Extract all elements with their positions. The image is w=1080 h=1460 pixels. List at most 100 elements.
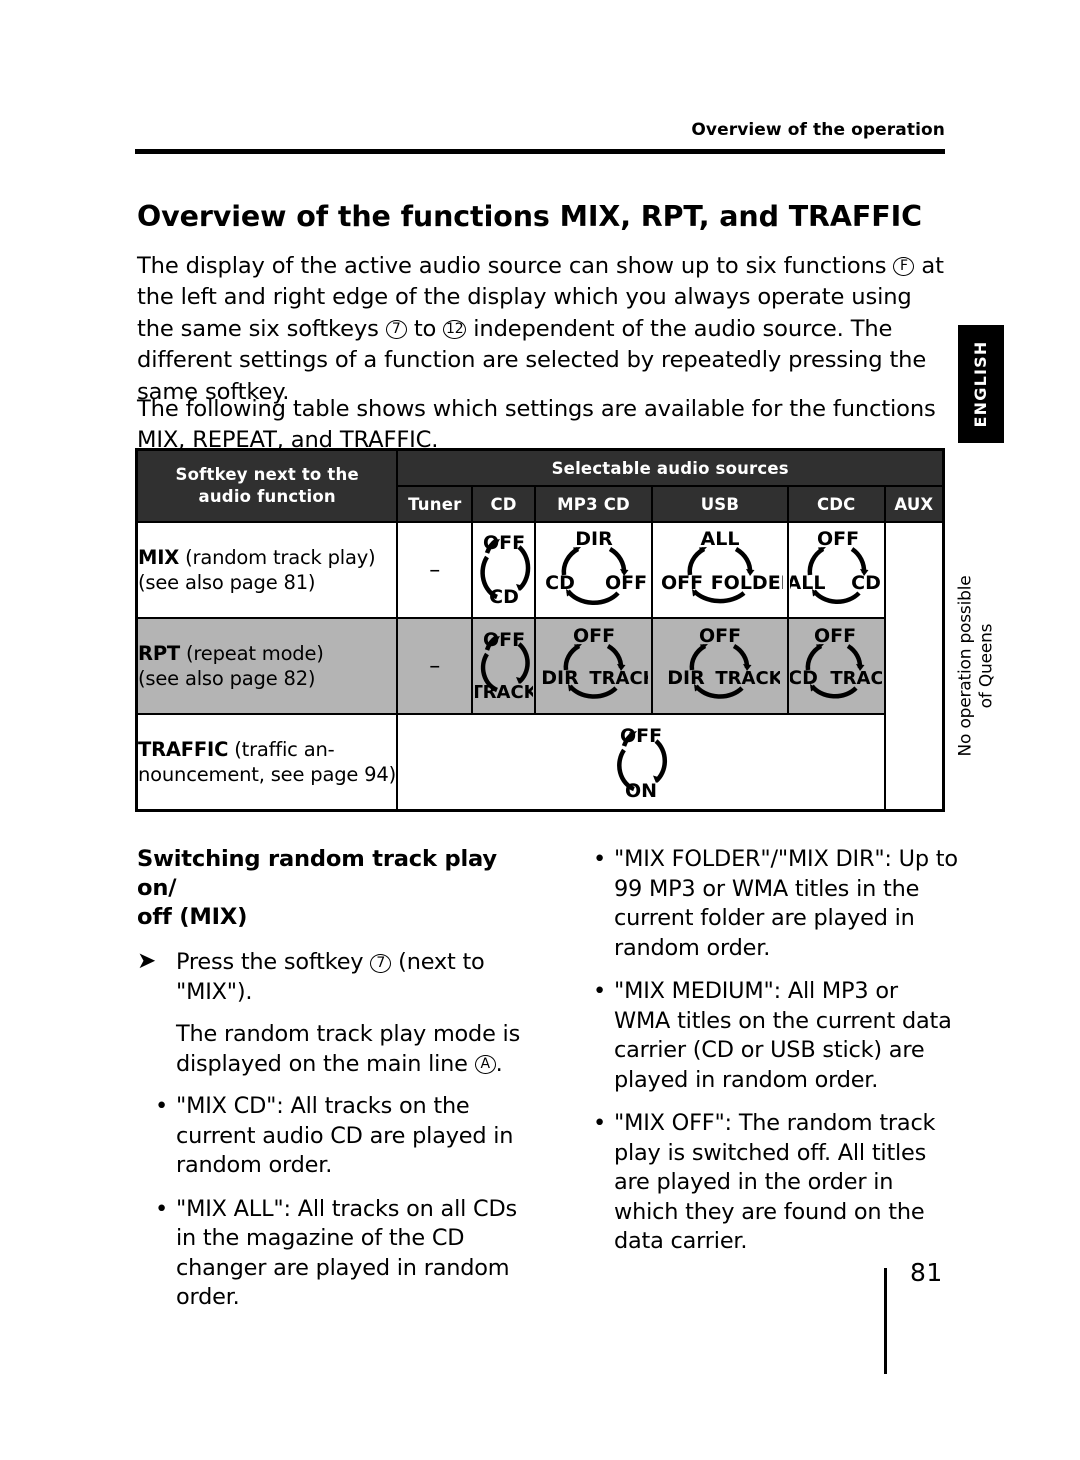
footer-divider	[884, 1268, 887, 1374]
list-item: • "MIX MEDIUM": All MP3 or WMA titles on …	[575, 977, 960, 1095]
result-text: The random track play mode is displayed …	[176, 1021, 521, 1077]
list-item: • "MIX OFF": The random track play is swi…	[575, 1109, 960, 1257]
page-title: Overview of the functions MIX, RPT, and …	[137, 200, 922, 234]
section-subheading: Switching random track play on/ off (MIX…	[137, 845, 537, 932]
row-label-traffic-rest: (traffic an-	[228, 738, 335, 761]
svg-text:DIR: DIR	[667, 667, 705, 689]
ref-badge-12: 12	[443, 320, 467, 340]
page-number: 81	[910, 1258, 943, 1287]
aux-note-rotated: No operation possible of Queens	[955, 576, 997, 757]
row-label-rpt-bold: RPT	[138, 642, 181, 665]
svg-text:OFF: OFF	[699, 626, 741, 647]
svg-text:CD: CD	[851, 572, 881, 594]
table-header-sources-group: Selectable audio sources	[396, 448, 945, 487]
svg-text:TRACK: TRACK	[475, 682, 533, 703]
arrow-right-icon: ➤	[137, 948, 157, 974]
cycle-diagram-rpt-usb: OFF DIR TRACK	[667, 626, 780, 699]
row-label-rpt-line2: (see also page 82)	[138, 667, 316, 690]
result-text-end: .	[495, 1050, 503, 1077]
subheading-line1: Switching random track play on/	[137, 846, 497, 901]
aux-note-line2: of Queens	[976, 623, 997, 709]
svg-text:OFF: OFF	[572, 626, 614, 647]
cycle-diagram-mix-usb: ALL OFF FOLDER	[661, 528, 783, 604]
ref-badge-7: 7	[385, 320, 407, 340]
svg-text:OFF: OFF	[604, 572, 646, 594]
row-label-mix-rest: (random track play)	[179, 546, 376, 569]
list-item-text: "MIX OFF": The random track play is swit…	[614, 1110, 936, 1254]
instruction-result: The random track play mode is displayed …	[137, 1020, 537, 1079]
list-item: • "MIX FOLDER"/"MIX DIR": Up to 99 MP3 or…	[575, 845, 960, 963]
list-item: • "MIX CD": All tracks on the current aud…	[137, 1092, 537, 1181]
cycle-diagram-mix-mp3cd: DIR CD OFF	[545, 528, 647, 606]
row-label-rpt: RPT (repeat mode) (see also page 82)	[135, 617, 399, 715]
row-label-mix: MIX (random track play) (see also page 8…	[135, 521, 399, 619]
list-item-text: "MIX CD": All tracks on the current audi…	[176, 1093, 514, 1178]
svg-text:ALL: ALL	[700, 528, 739, 550]
cell-mix-cdc: OFF ALL CD	[786, 521, 886, 619]
svg-text:OFF: OFF	[482, 629, 524, 651]
cycle-diagram-rpt-cd: OFF TRACK	[475, 629, 533, 703]
cell-mix-usb: ALL OFF FOLDER	[651, 521, 789, 619]
row-label-mix-line2: (see also page 81)	[138, 571, 316, 594]
row-label-traffic-line2: nouncement, see page 94)	[138, 763, 396, 786]
table-header-tuner: Tuner	[396, 485, 474, 523]
aux-note-line1: No operation possible	[955, 575, 976, 757]
list-item-text: "MIX ALL": All tracks on all CDs in the …	[176, 1195, 517, 1311]
cycle-diagram-mix-cdc: OFF ALL CD	[790, 528, 881, 604]
intro-paragraph-1: The display of the active audio source c…	[137, 251, 949, 409]
svg-text:TRACK: TRACK	[715, 668, 780, 689]
cell-mix-tuner: –	[396, 521, 474, 619]
softkey-header-line1: Softkey next to the	[175, 465, 359, 484]
svg-text:FOLDER: FOLDER	[711, 572, 783, 594]
header-divider	[135, 149, 945, 154]
subheading-line2: off (MIX)	[137, 904, 248, 930]
list-item: • "MIX ALL": All tracks on all CDs in the…	[137, 1195, 537, 1313]
table-row-rpt: RPT (repeat mode) (see also page 82) – O…	[135, 617, 944, 715]
cycle-diagram-rpt-cdc: OFF CD TRACK	[790, 626, 883, 699]
ref-badge-a: A	[474, 1055, 496, 1074]
svg-text:OFF: OFF	[661, 572, 703, 594]
cell-rpt-mp3cd: OFF DIR TRACK	[533, 617, 654, 715]
cycle-diagram-traffic: OFF ON	[617, 725, 668, 802]
svg-text:OFF: OFF	[814, 626, 856, 647]
ref-badge-softkey-7: 7	[370, 953, 392, 973]
cell-mix-cd: OFF CD	[471, 521, 536, 619]
svg-text:ALL: ALL	[790, 572, 825, 594]
table-header-usb: USB	[651, 485, 789, 523]
row-label-rpt-rest: (repeat mode)	[180, 642, 324, 665]
intro-text-c: to	[406, 315, 444, 342]
svg-text:CD: CD	[489, 586, 519, 608]
row-label-mix-bold: MIX	[138, 546, 180, 569]
table-header-cd: CD	[471, 485, 536, 523]
cycle-diagram-mix-cd: OFF CD	[479, 532, 530, 608]
running-head: Overview of the operation	[691, 120, 945, 140]
table-header-mp3cd: MP3 CD	[533, 485, 654, 523]
cycle-diagram-rpt-mp3cd: OFF DIR TRACK	[541, 626, 648, 699]
instruction-step: ➤ Press the softkey 7 (next to "MIX").	[137, 948, 537, 1007]
table-row-traffic: TRAFFIC (traffic an- nouncement, see pag…	[135, 713, 944, 812]
table-header-softkey-col: Softkey next to the audio function	[135, 448, 399, 523]
table-header-aux: AUX	[883, 485, 945, 523]
step-text-a: Press the softkey	[176, 949, 371, 975]
table-row-mix: MIX (random track play) (see also page 8…	[135, 521, 996, 812]
cell-rpt-cdc: OFF CD TRACK	[786, 617, 886, 715]
cell-rpt-cd: OFF TRACK	[471, 617, 536, 715]
table-header-cdc: CDC	[786, 485, 886, 523]
cell-rpt-usb: OFF DIR TRACK	[651, 617, 789, 715]
svg-text:CD: CD	[790, 667, 818, 689]
softkey-header-line2: audio function	[198, 487, 336, 506]
right-column: • "MIX FOLDER"/"MIX DIR": Up to 99 MP3 or…	[575, 845, 960, 1271]
list-item-text: "MIX MEDIUM": All MP3 or WMA titles on t…	[614, 978, 952, 1093]
svg-text:ON: ON	[625, 780, 657, 802]
svg-text:OFF: OFF	[817, 528, 859, 550]
svg-text:DIR: DIR	[575, 528, 613, 550]
language-tab-label: ENGLISH	[971, 340, 990, 428]
row-label-traffic: TRAFFIC (traffic an- nouncement, see pag…	[135, 713, 399, 812]
row-label-traffic-bold: TRAFFIC	[138, 738, 229, 761]
cell-mix-mp3cd: DIR CD OFF	[533, 521, 654, 619]
bullet-dot-icon: •	[155, 1195, 169, 1222]
bullet-dot-icon: •	[155, 1093, 169, 1119]
ref-badge-f: F	[893, 257, 915, 277]
bullet-dot-icon: •	[593, 978, 607, 1004]
svg-text:TRACK: TRACK	[831, 668, 883, 689]
